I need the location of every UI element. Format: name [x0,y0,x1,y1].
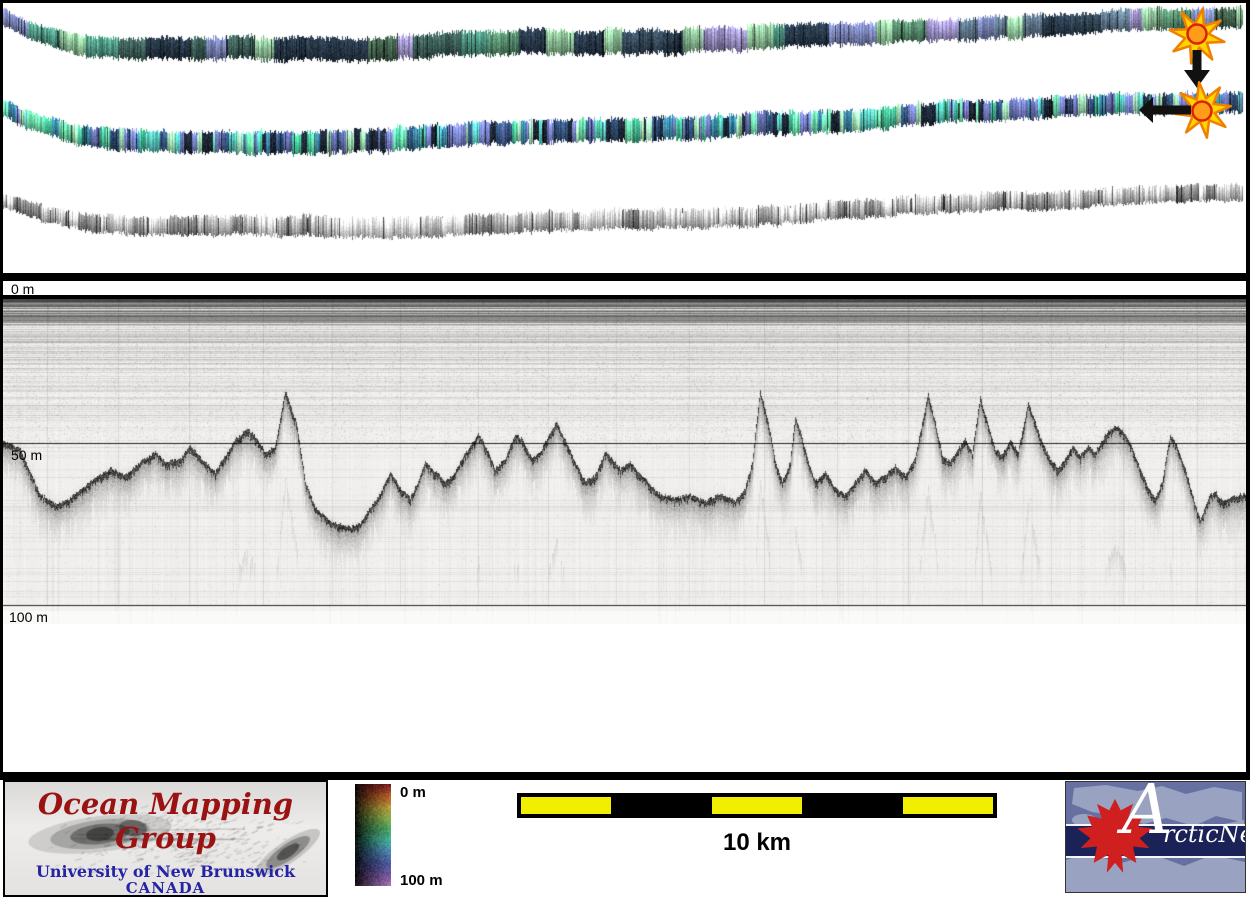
depth-label-0m: 0 m [11,282,34,296]
omg-logo-country: CANADA [5,879,326,897]
starburst-core [1188,25,1207,44]
map-scalebar [517,793,997,818]
scalebar-segment-filled [903,797,993,814]
scalebar-segment-filled [521,797,611,814]
scalebar-segment-filled [712,797,802,814]
colorbar-top-label: 0 m [400,784,426,801]
starburst-core [1193,102,1212,121]
frame-border-right [1246,0,1250,779]
arcticnet-rest: rcticNet [1163,820,1246,848]
arcticnet-wordmark: ArcticNet [1066,782,1245,892]
depth-label-50m: 50 m [11,448,42,462]
colorbar-bottom-label: 100 m [400,872,443,889]
depth-label-100m: 100 m [9,610,48,624]
arrow-left-icon [1139,97,1191,123]
omg-logo-title: Ocean Mapping Group [5,787,326,855]
frame-border-top [0,0,1250,3]
scalebar-label: 10 km [517,829,997,857]
frame-border-left [0,0,3,779]
depth-colorbar [355,784,391,886]
footer-separator [0,772,1250,780]
scalebar-segment-gap [802,797,903,814]
event-marker-2 [1139,82,1235,140]
scalebar-segment-gap [611,797,712,814]
omg-logo: Ocean Mapping Group University of New Br… [3,780,328,897]
arcticnet-logo: ArcticNet [1065,781,1246,893]
subbottom-profile-canvas [0,299,1250,630]
survey-tracks-canvas [0,0,1250,273]
panel-separator [0,273,1250,281]
footer-bar: Ocean Mapping Group University of New Br… [0,780,1250,900]
ocean-mapping-figure: 0 m 50 m 100 m Ocean Mapping Group Unive… [0,0,1250,900]
